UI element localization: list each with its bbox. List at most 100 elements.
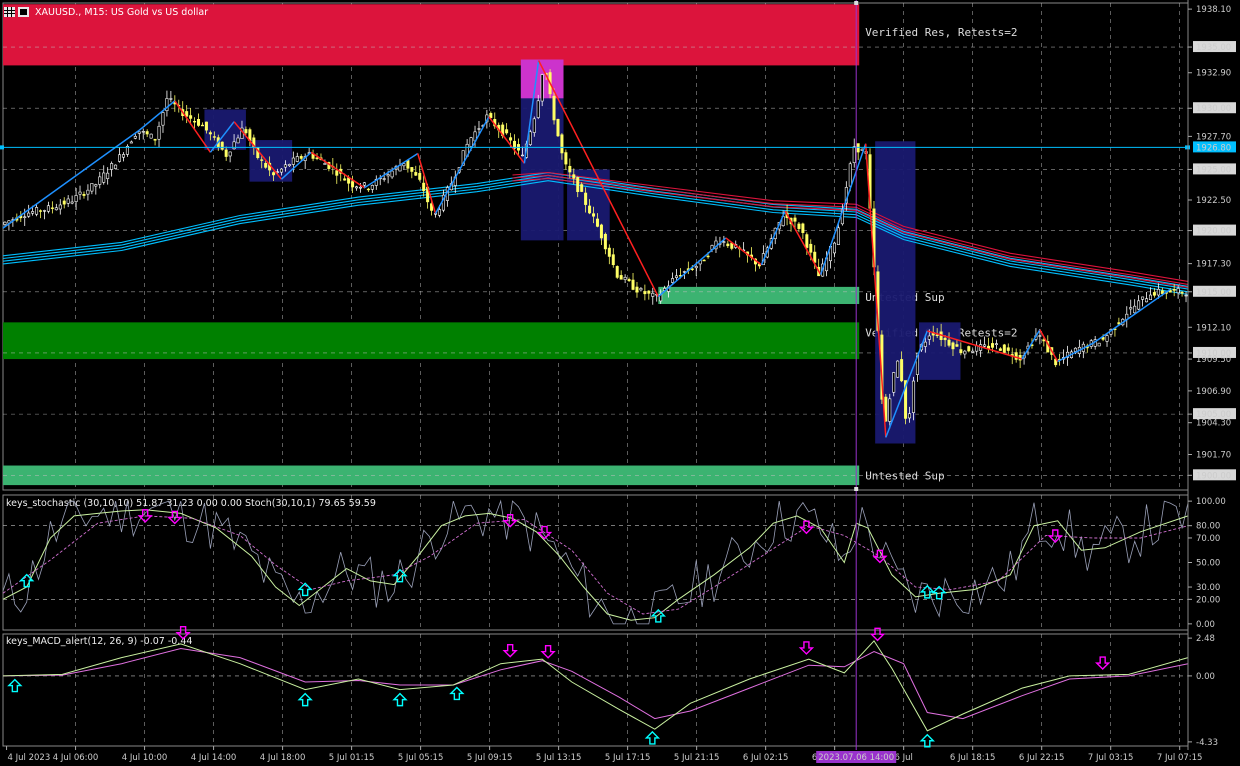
- candle-body: [469, 137, 473, 147]
- candle-body: [852, 146, 856, 163]
- candle-body: [801, 223, 805, 233]
- candle-body: [635, 286, 639, 293]
- candle-body: [702, 259, 706, 262]
- chart-title: XAUUSD., M15: US Gold vs US dollar: [35, 6, 209, 18]
- candle-body: [422, 182, 426, 191]
- grid-icon[interactable]: [4, 7, 15, 17]
- candle-body: [402, 163, 406, 167]
- zone-label: Verified Res, Retests=2: [865, 26, 1017, 39]
- current-price-label: 1926.80: [1196, 143, 1231, 153]
- x-tick-label: 4 Jul 18:00: [260, 753, 306, 763]
- candle-body: [145, 131, 149, 135]
- candle-body: [46, 205, 50, 212]
- candle-body: [560, 134, 564, 154]
- candle-body: [102, 172, 106, 183]
- candle-body: [106, 172, 110, 179]
- candle-body: [264, 163, 268, 168]
- candle-body: [603, 233, 607, 250]
- candle-body: [82, 193, 86, 196]
- candle-body: [189, 115, 193, 119]
- candle-body: [157, 125, 161, 140]
- candle-body: [283, 164, 287, 168]
- candle-body: [410, 167, 414, 172]
- candle-body: [1172, 289, 1176, 291]
- candle-body: [908, 413, 912, 419]
- candle-body: [1014, 352, 1018, 360]
- candle-body: [911, 380, 915, 413]
- y-tick-label: 1900.00: [1196, 471, 1231, 481]
- stoch-y-tick-label: 100.00: [1196, 497, 1226, 507]
- candle-body: [66, 198, 70, 204]
- candle-body: [888, 398, 892, 422]
- candle-body: [39, 210, 43, 212]
- candle-body: [137, 131, 141, 134]
- candle-body: [114, 164, 118, 169]
- candle-body: [315, 157, 319, 159]
- candle-body: [90, 183, 94, 192]
- y-tick-label: 1938.10: [1196, 5, 1231, 15]
- candle-body: [580, 184, 584, 192]
- candle-body: [335, 170, 339, 176]
- line-handle[interactable]: [0, 145, 4, 150]
- candle-body: [118, 154, 122, 162]
- macd-pane[interactable]: keys_MACD_alert(12, 26, 9) -0.07 -0.44: [2, 625, 1189, 748]
- candle-body: [31, 211, 35, 214]
- pane-frame: [2, 494, 1189, 631]
- candle-body: [161, 112, 165, 126]
- candle-body: [1160, 290, 1164, 294]
- candle-body: [959, 349, 963, 354]
- candle-body: [414, 172, 418, 176]
- x-tick-label: 4 Jul 2023: [8, 753, 51, 763]
- candle-body: [477, 128, 481, 130]
- candle-body: [896, 360, 900, 378]
- candle-body: [386, 174, 390, 177]
- candle-body: [809, 243, 813, 253]
- candle-body: [86, 189, 90, 195]
- candle-body: [805, 234, 809, 248]
- stochastic-pane[interactable]: keys_stochastic (30,10,10) 51.87 31.23 0…: [2, 494, 1189, 631]
- candle-body: [323, 163, 327, 165]
- candle-body: [1073, 347, 1077, 352]
- candle-body: [509, 137, 513, 141]
- x-tick-label: 6 Jul 18:15: [950, 753, 996, 763]
- line-handle[interactable]: [854, 487, 859, 491]
- candle-body: [287, 164, 291, 167]
- line-handle[interactable]: [854, 1, 859, 5]
- candle-body: [1006, 347, 1010, 351]
- y-tick-label: 1922.50: [1196, 196, 1231, 206]
- candle-body: [244, 129, 248, 134]
- candle-body: [50, 207, 54, 209]
- stoch-y-tick-label: 20.00: [1196, 595, 1220, 605]
- price-pane[interactable]: Verified Res, Retests=2Untested SupVerif…: [0, 2, 1190, 491]
- chart-canvas[interactable]: Verified Res, Retests=2Untested SupVerif…: [0, 0, 1240, 766]
- x-tick-label: 5 Jul 13:15: [536, 753, 582, 763]
- candle-body: [1042, 339, 1046, 342]
- candle-body: [990, 343, 994, 348]
- stoch-y-tick-label: 70.00: [1196, 534, 1220, 544]
- zone-untested[interactable]: [658, 286, 860, 305]
- candle-body: [74, 195, 78, 202]
- candle-body: [3, 221, 7, 225]
- candle-body: [1180, 292, 1184, 294]
- candle-body: [520, 154, 524, 157]
- candle-body: [390, 170, 394, 178]
- candle-body: [279, 168, 283, 173]
- candle-body: [260, 159, 264, 161]
- macd-title: keys_MACD_alert(12, 26, 9) -0.07 -0.44: [6, 636, 192, 647]
- stoch-y-tick-label: 0.00: [1196, 620, 1215, 630]
- candle-body: [892, 372, 896, 393]
- candle-body: [943, 337, 947, 341]
- candle-body: [236, 137, 240, 144]
- x-tick-label: 5 Jul 01:15: [329, 753, 375, 763]
- zone-verified[interactable]: [3, 322, 860, 360]
- candle-body: [927, 335, 931, 340]
- candle-body: [204, 121, 208, 131]
- window-icon[interactable]: [18, 7, 29, 17]
- candle-body: [1148, 294, 1152, 301]
- y-tick-label: 1906.90: [1196, 387, 1231, 397]
- candle-body: [682, 271, 686, 273]
- stoch-y-tick-label: 30.00: [1196, 583, 1220, 593]
- candle-body: [1137, 300, 1141, 310]
- candle-body: [418, 173, 422, 180]
- candle-body: [951, 342, 955, 350]
